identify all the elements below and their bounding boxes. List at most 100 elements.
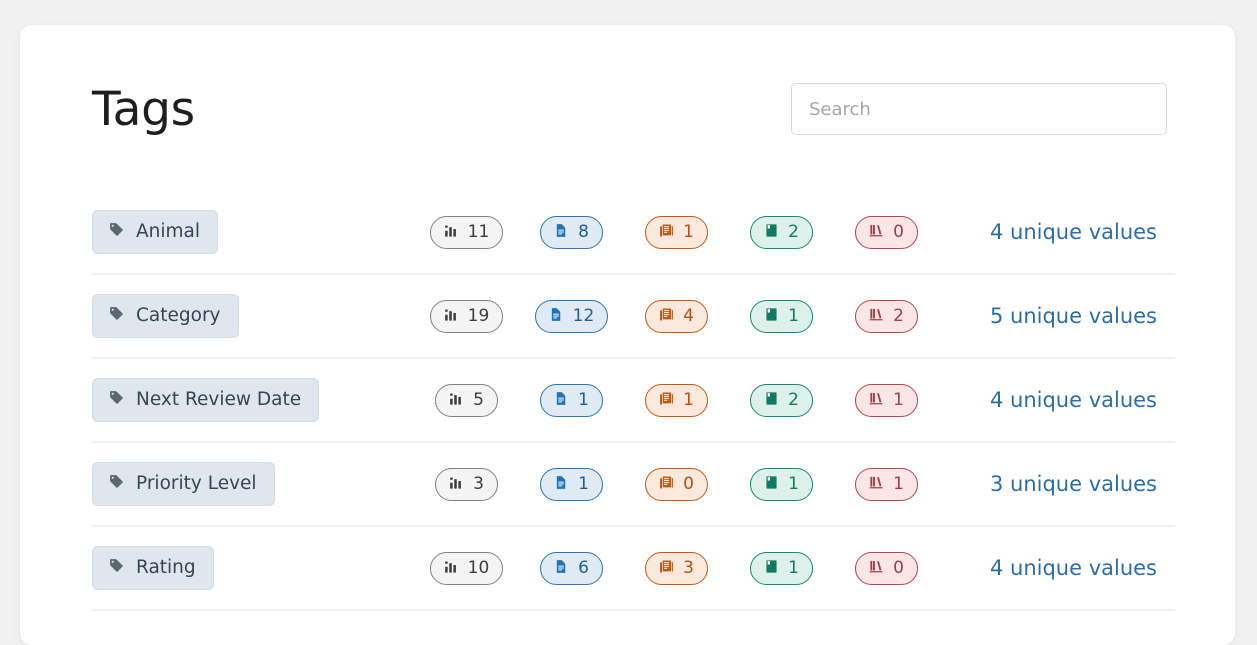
unique-values-cell: 5 unique values: [906, 304, 1175, 328]
bar-chart-icon: [444, 223, 459, 242]
bar-chart-icon: [444, 559, 459, 578]
counts-cell: 10 6 3 1 0: [414, 551, 918, 585]
count-slot-files: 1: [519, 383, 624, 417]
count-value: 1: [788, 557, 799, 578]
tag-icon: [108, 389, 125, 411]
page-header: Tags: [80, 63, 1175, 155]
counts-cell: 5 1 1 2 1: [414, 383, 918, 417]
bookshelf-icon: [869, 475, 884, 494]
count-slot-journals: 3: [624, 551, 729, 585]
journals-icon: [659, 559, 674, 578]
count-slot-journals: 1: [624, 215, 729, 249]
journals-icon: [659, 475, 674, 494]
file-text-icon: [554, 391, 569, 410]
unique-values-link[interactable]: 5 unique values: [990, 304, 1157, 328]
table-row: Animal 11 8 1 2 0 4 unique values: [92, 191, 1175, 275]
count-pill-files[interactable]: 1: [540, 383, 603, 417]
unique-values-cell: 4 unique values: [906, 556, 1175, 580]
count-pill-book[interactable]: 1: [750, 467, 813, 501]
count-pill-book[interactable]: 1: [750, 299, 813, 333]
count-slot-files: 12: [519, 299, 624, 333]
count-value: 4: [683, 305, 694, 326]
count-pill-book[interactable]: 1: [750, 551, 813, 585]
table-row: Category 19 12 4 1 2 5 unique values: [92, 275, 1175, 359]
count-slot-book: 1: [729, 551, 834, 585]
tag-chip-label: Rating: [136, 556, 196, 578]
book-icon: [764, 391, 779, 410]
book-icon: [764, 475, 779, 494]
unique-values-link[interactable]: 4 unique values: [990, 556, 1157, 580]
count-pill-stats[interactable]: 11: [429, 215, 504, 249]
count-value: 2: [788, 389, 799, 410]
tag-chip[interactable]: Next Review Date: [92, 378, 320, 422]
count-pill-stats[interactable]: 5: [435, 383, 498, 417]
count-value: 1: [683, 221, 694, 242]
count-pill-stats[interactable]: 19: [429, 299, 504, 333]
count-pill-journals[interactable]: 1: [645, 383, 708, 417]
file-text-icon: [554, 559, 569, 578]
count-pill-files[interactable]: 8: [540, 215, 603, 249]
count-slot-book: 1: [729, 467, 834, 501]
count-value: 5: [473, 389, 484, 410]
count-value: 1: [893, 473, 904, 494]
count-slot-stats: 19: [414, 299, 519, 333]
count-value: 0: [893, 221, 904, 242]
count-slot-files: 8: [519, 215, 624, 249]
tag-chip-label: Next Review Date: [136, 388, 302, 410]
page-title: Tags: [92, 81, 195, 137]
count-pill-journals[interactable]: 4: [645, 299, 708, 333]
counts-cell: 3 1 0 1 1: [414, 467, 918, 501]
count-pill-journals[interactable]: 0: [645, 467, 708, 501]
count-slot-files: 6: [519, 551, 624, 585]
tag-chip[interactable]: Rating: [92, 546, 214, 590]
count-slot-journals: 4: [624, 299, 729, 333]
table-row: Priority Level 3 1 0 1 1 3 unique values: [92, 443, 1175, 527]
counts-cell: 11 8 1 2 0: [414, 215, 918, 249]
count-slot-stats: 11: [414, 215, 519, 249]
count-slot-stats: 3: [414, 467, 519, 501]
tag-chip[interactable]: Priority Level: [92, 462, 275, 506]
search-input[interactable]: [791, 83, 1167, 135]
count-value: 3: [683, 557, 694, 578]
count-pill-book[interactable]: 2: [750, 383, 813, 417]
count-pill-files[interactable]: 6: [540, 551, 603, 585]
count-value: 0: [683, 473, 694, 494]
count-pill-files[interactable]: 12: [534, 299, 609, 333]
unique-values-link[interactable]: 3 unique values: [990, 472, 1157, 496]
bookshelf-icon: [869, 307, 884, 326]
count-value: 2: [788, 221, 799, 242]
table-row: Next Review Date 5 1 1 2 1 4 unique values: [92, 359, 1175, 443]
unique-values-cell: 4 unique values: [906, 388, 1175, 412]
count-value: 1: [578, 473, 589, 494]
count-value: 1: [578, 389, 589, 410]
count-pill-stats[interactable]: 10: [429, 551, 504, 585]
count-pill-stats[interactable]: 3: [435, 467, 498, 501]
count-value: 0: [893, 557, 904, 578]
tag-chip-label: Priority Level: [136, 472, 257, 494]
count-slot-files: 1: [519, 467, 624, 501]
unique-values-link[interactable]: 4 unique values: [990, 220, 1157, 244]
count-slot-stats: 5: [414, 383, 519, 417]
count-slot-book: 2: [729, 383, 834, 417]
count-value: 6: [578, 557, 589, 578]
count-value: 8: [578, 221, 589, 242]
count-value: 1: [683, 389, 694, 410]
count-pill-files[interactable]: 1: [540, 467, 603, 501]
count-value: 3: [473, 473, 484, 494]
count-value: 1: [893, 389, 904, 410]
journals-icon: [659, 391, 674, 410]
count-slot-journals: 0: [624, 467, 729, 501]
journals-icon: [659, 307, 674, 326]
count-pill-journals[interactable]: 3: [645, 551, 708, 585]
count-pill-book[interactable]: 2: [750, 215, 813, 249]
journals-icon: [659, 223, 674, 242]
tag-icon: [108, 557, 125, 579]
bar-chart-icon: [444, 307, 459, 326]
tag-chip[interactable]: Category: [92, 294, 239, 338]
file-text-icon: [554, 475, 569, 494]
count-pill-journals[interactable]: 1: [645, 215, 708, 249]
unique-values-link[interactable]: 4 unique values: [990, 388, 1157, 412]
tag-chip[interactable]: Animal: [92, 210, 219, 254]
book-icon: [764, 307, 779, 326]
unique-values-cell: 3 unique values: [906, 472, 1175, 496]
